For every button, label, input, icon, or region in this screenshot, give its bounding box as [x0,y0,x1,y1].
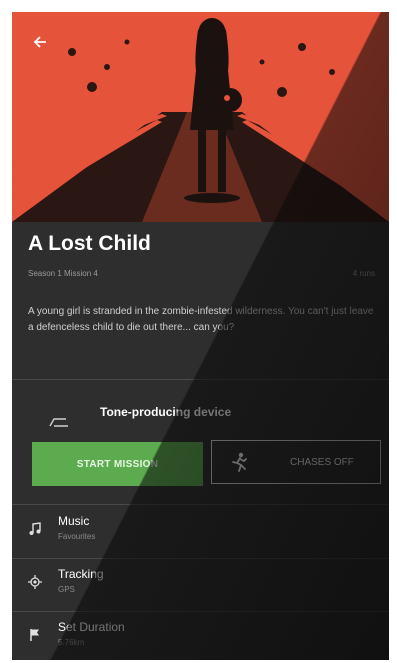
back-button[interactable] [26,28,54,56]
mission-screen: A Lost Child Season 1 Mission 4 4 runs A… [12,12,389,660]
runs-count: 4 runs [352,269,375,278]
chases-toggle-button[interactable]: CHASES OFF [211,440,381,484]
settings-row-tracking[interactable]: Tracking GPS [12,559,389,611]
divider [12,379,389,380]
back-arrow-icon [33,36,46,48]
hero-illustration [12,12,389,222]
mission-description: A young girl is stranded in the zombie-i… [28,306,374,333]
settings-value: 5.76km [58,638,85,647]
season-mission-label: Season 1 Mission 4 [28,269,98,278]
mission-hero-image [12,12,389,222]
flag-icon [28,628,42,642]
settings-row-duration[interactable]: Set Duration 5.76km [12,612,389,660]
settings-label: Music [58,514,90,528]
mission-title: A Lost Child [28,232,151,255]
settings-value: Favourites [58,532,96,541]
tone-device-icon [48,415,70,427]
start-mission-button[interactable]: START MISSION [32,442,203,486]
chases-label: CHASES OFF [290,456,354,468]
music-note-icon [28,522,42,536]
settings-row-music[interactable]: Music Favourites [12,506,389,558]
settings-label: Set Duration [58,620,125,634]
gps-target-icon [28,575,42,589]
running-person-icon [228,451,250,473]
settings-label: Tracking [58,567,104,581]
settings-value: GPS [58,585,75,594]
device-label: Tone-producing device [100,405,232,419]
divider [12,504,389,505]
